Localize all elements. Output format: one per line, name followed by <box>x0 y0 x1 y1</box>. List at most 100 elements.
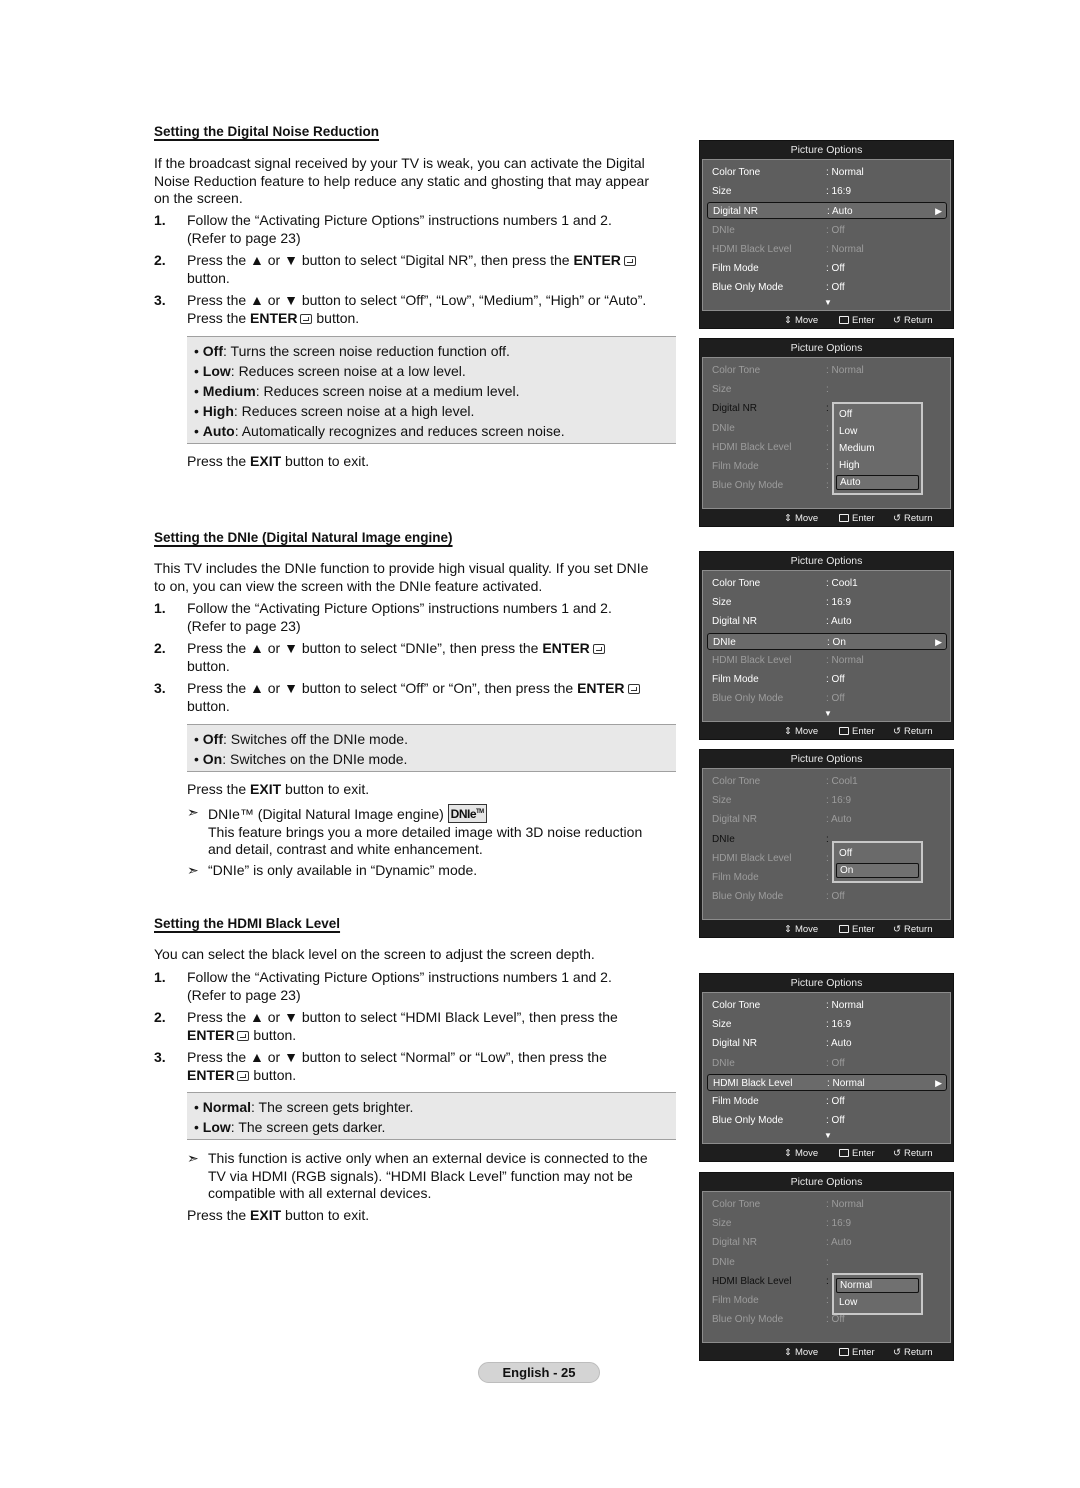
menu-footer: ⇕ Move Enter ↺ Return <box>700 510 953 528</box>
menu-list: Color Tone: Cool1 Size: 16:9 Digital NR : A… <box>702 570 951 722</box>
hint-label: Enter <box>852 924 875 935</box>
menu-item-color-tone[interactable]: Color Tone: Cool1 <box>707 773 947 790</box>
menu-item-label: DNIe <box>712 1057 735 1069</box>
dropdown-option-auto[interactable]: Auto <box>836 475 919 490</box>
menu-item-dnie[interactable]: DNIe: Off <box>707 222 947 239</box>
menu-footer: ⇕ Move Enter ↺ Return <box>700 723 953 741</box>
option-bullet: Off: Switches off the DNIe mode. <box>194 729 676 749</box>
step-text: button. <box>187 657 230 674</box>
enter-keyword: ENTER <box>573 252 621 268</box>
step-text: button. <box>249 1026 297 1043</box>
menu-item-digital-nr[interactable]: Digital NR: Auto <box>707 1234 947 1251</box>
move-updown-icon: ⇕ <box>784 1148 792 1159</box>
enter-icon <box>839 727 849 735</box>
menu-item-color-tone[interactable]: Color Tone: Cool1 <box>707 575 947 592</box>
menu-item-label: Size <box>712 186 732 198</box>
menu-item-hdmi-black-level[interactable]: HDMI Black Level: Normal <box>707 652 947 669</box>
dropdown-option-on[interactable]: On <box>836 863 919 878</box>
section-heading-hdmi-black-level: Setting the HDMI Black Level <box>154 916 341 931</box>
hdmi-exit-instruction: Press the EXIT button to exit. <box>187 1207 370 1223</box>
menu-item-color-tone[interactable]: Color Tone: Normal <box>707 164 947 181</box>
enter-keyword: ENTER <box>542 640 590 656</box>
menu-item-label: Digital NR <box>712 616 758 628</box>
menu-item-value: : <box>826 384 829 396</box>
hdmi-options-box: Normal: The screen gets brighter. Low: T… <box>187 1092 676 1140</box>
menu-item-blue-only-mode[interactable]: Blue Only Mode: Off <box>707 1112 947 1129</box>
menu-item-hdmi-black-level[interactable]: HDMI Black Level: Normal ▶ <box>707 1073 947 1091</box>
menu-item-dnie[interactable]: DNIe: <box>707 1254 947 1271</box>
dropdown-option-high[interactable]: High <box>836 458 919 473</box>
menu-item-value: : Off <box>826 263 845 274</box>
hint-label: Enter <box>852 315 875 326</box>
hint-label: Enter <box>852 1347 875 1358</box>
option-dropdown[interactable]: Off On <box>832 841 923 883</box>
menu-item-digital-nr[interactable]: Digital NR: Auto ▶ <box>707 202 947 220</box>
note-text: This feature brings you a more detailed … <box>208 823 643 840</box>
menu-item-hdmi-black-level[interactable]: HDMI Black Level: Normal <box>707 241 947 258</box>
menu-item-blue-only-mode[interactable]: Blue Only Mode: Off <box>707 690 947 707</box>
menu-item-dnie[interactable]: DNIe: Off <box>707 1055 947 1072</box>
menu-item-size[interactable]: Size: 16:9 <box>707 792 947 809</box>
menu-item-blue-only-mode[interactable]: Blue Only Mode: Off <box>707 888 947 905</box>
dropdown-option-low[interactable]: Low <box>836 1295 919 1310</box>
menu-item-dnie[interactable]: DNIe: On ▶ <box>707 632 947 650</box>
menu-item-digital-nr[interactable]: Digital NR: Auto <box>707 1035 947 1052</box>
menu-item-size[interactable]: Size: 16:9 <box>707 594 947 611</box>
dropdown-option-medium[interactable]: Medium <box>836 441 919 456</box>
scroll-down-arrow-icon: ▼ <box>824 709 832 718</box>
menu-item-color-tone[interactable]: Color Tone: Normal <box>707 362 947 379</box>
hint-label: Move <box>794 1347 819 1358</box>
hint-label: Return <box>903 513 933 524</box>
menu-item-film-mode[interactable]: Film Mode: Off <box>707 671 947 688</box>
dnr-options-box: Off: Turns the screen noise reduction fu… <box>187 336 676 444</box>
option-dropdown[interactable]: Normal Low <box>832 1273 923 1315</box>
dnie-options-box: Off: Switches off the DNIe mode. On: Swi… <box>187 724 676 772</box>
enter-icon <box>839 514 849 522</box>
step-text: Press the ▲ or ▼ button to select “Digit… <box>187 252 574 268</box>
menu-item-label: Color Tone <box>712 776 761 787</box>
menu-item-digital-nr[interactable]: Digital NR: Auto <box>707 811 947 828</box>
menu-item-label: Digital NR <box>712 1237 758 1249</box>
dropdown-option-low[interactable]: Low <box>836 424 919 439</box>
right-arrow-icon: ▶ <box>935 206 942 217</box>
dropdown-option-off[interactable]: Off <box>836 407 919 422</box>
step-number: 2. <box>154 1009 166 1025</box>
menu-item-digital-nr[interactable]: Digital NR : Auto <box>707 613 947 630</box>
note-text: TV via HDMI (RGB signals). “HDMI Black L… <box>208 1167 633 1184</box>
menu-item-blue-only-mode[interactable]: Blue Only Mode: Off <box>707 279 947 296</box>
enter-icon <box>627 684 640 694</box>
option-bullet: On: Switches on the DNIe mode. <box>194 749 676 769</box>
step-text: (Refer to page 23) <box>187 229 301 246</box>
option-dropdown[interactable]: Off Low Medium High Auto <box>832 402 923 495</box>
menu-item-film-mode[interactable]: Film Mode: Off <box>707 260 947 277</box>
return-hint: ↺ Return <box>893 1145 932 1163</box>
menu-item-film-mode[interactable]: Film Mode: Off <box>707 1093 947 1110</box>
step-text: button. <box>312 309 360 326</box>
menu-item-color-tone[interactable]: Color Tone: Normal <box>707 997 947 1014</box>
menu-item-label: Color Tone <box>712 1000 761 1011</box>
menu-item-value: : <box>826 1275 829 1287</box>
menu-item-value: : Off <box>826 674 845 685</box>
dropdown-option-off[interactable]: Off <box>836 846 919 861</box>
menu-item-size[interactable]: Size: 16:9 <box>707 1016 947 1033</box>
step-text: Press the ▲ or ▼ button to select “Off” … <box>187 680 578 696</box>
menu-item-value: : Auto <box>826 616 852 628</box>
menu-item-label: Digital NR <box>712 814 758 826</box>
menu-item-size[interactable]: Size: 16:9 <box>707 183 947 200</box>
dropdown-option-normal[interactable]: Normal <box>836 1278 919 1293</box>
dnie-intro: This TV includes the DNIe function to pr… <box>154 560 684 595</box>
menu-item-value: : Off <box>826 224 845 236</box>
right-arrow-icon: ▶ <box>935 1077 942 1088</box>
menu-title: Picture Options <box>790 753 863 765</box>
menu-item-size[interactable]: Size: 16:9 <box>707 1215 947 1232</box>
menu-item-size[interactable]: Size: <box>707 381 947 398</box>
menu-item-label: Blue Only Mode <box>712 282 784 294</box>
hint-label: Move <box>794 1148 819 1159</box>
step-text: Press the ▲ or ▼ button to select “Norma… <box>187 1049 607 1065</box>
menu-item-color-tone[interactable]: Color Tone: Normal <box>707 1196 947 1213</box>
enter-hint: Enter <box>839 723 875 741</box>
enter-icon <box>839 925 849 933</box>
enter-icon <box>623 256 636 266</box>
menu-item-label: DNIe <box>712 833 735 845</box>
scroll-down-arrow-icon: ▼ <box>824 1131 832 1140</box>
